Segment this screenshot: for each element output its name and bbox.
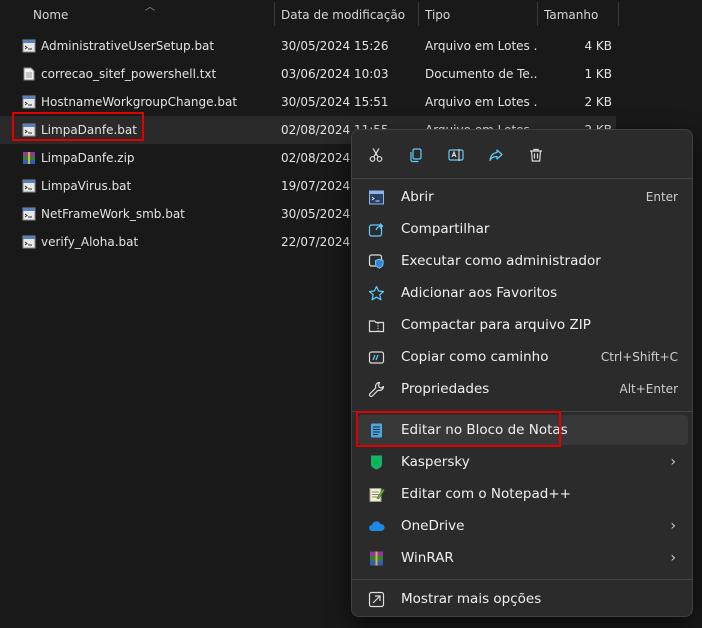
- file-date: 30/05/2024 15:51: [281, 95, 389, 109]
- menu-item-label: Editar com o Notepad++: [401, 486, 571, 502]
- file-name: LimpaDanfe.zip: [41, 151, 135, 165]
- kaspersky-icon: K: [371, 455, 382, 470]
- menu-item-propriedades[interactable]: Propriedades Alt+Enter: [358, 374, 688, 404]
- batch-file-icon: [22, 235, 36, 249]
- zip-folder-icon: [368, 320, 385, 333]
- menu-item-label: Propriedades: [401, 381, 490, 397]
- winrar-icon: [370, 551, 383, 566]
- column-date-header[interactable]: Data de modificação: [275, 0, 418, 28]
- column-type-label: Tipo: [425, 8, 451, 22]
- batch-file-icon: [22, 39, 36, 53]
- share-button[interactable]: [483, 142, 509, 168]
- cut-icon: [369, 148, 383, 162]
- batch-file-icon: [22, 179, 36, 193]
- menu-item-executar-admin[interactable]: Executar como administrador: [358, 246, 688, 276]
- menu-item-compactar-zip[interactable]: Compactar para arquivo ZIP: [358, 310, 688, 340]
- share-icon: [368, 223, 384, 237]
- more-options-icon: [368, 591, 385, 608]
- share-icon: [489, 149, 503, 162]
- wrench-icon: [368, 381, 385, 398]
- run-as-admin-icon: [368, 254, 384, 269]
- file-row[interactable]: AdministrativeUserSetup.bat 30/05/2024 1…: [0, 32, 616, 60]
- column-date-label: Data de modificação: [281, 8, 406, 22]
- menu-item-label: Editar no Bloco de Notas: [401, 422, 568, 438]
- star-icon: [368, 285, 385, 301]
- file-size: 4 KB: [584, 39, 612, 53]
- chevron-right-icon: ›: [670, 550, 676, 566]
- winrar-archive-icon: [23, 152, 35, 164]
- menu-item-label: Kaspersky: [401, 454, 470, 470]
- file-date: 03/06/2024 10:03: [281, 67, 389, 81]
- menu-item-label: WinRAR: [401, 550, 454, 566]
- column-name-label: Nome: [33, 8, 69, 22]
- delete-button[interactable]: [523, 142, 549, 168]
- file-name: AdministrativeUserSetup.bat: [41, 39, 215, 53]
- notepad-icon: [371, 423, 382, 438]
- column-header: ︿ Nome Data de modificação Tipo Tamanho: [0, 0, 702, 28]
- file-size: 2 KB: [584, 95, 612, 109]
- menu-item-label: Compartilhar: [401, 221, 490, 237]
- menu-item-label: Executar como administrador: [401, 253, 601, 269]
- file-type: Documento de Te...: [425, 67, 537, 81]
- menu-item-label: Abrir: [401, 189, 434, 205]
- menu-item-winrar[interactable]: WinRAR ›: [358, 543, 688, 573]
- text-file-icon: [23, 67, 35, 81]
- menu-item-compartilhar[interactable]: Compartilhar: [358, 214, 688, 244]
- file-name: correcao_sitef_powershell.txt: [41, 67, 217, 81]
- copy-icon: [410, 148, 422, 163]
- open-icon: [369, 190, 384, 205]
- file-name: NetFrameWork_smb.bat: [41, 207, 185, 221]
- file-name: HostnameWorkgroupChange.bat: [41, 95, 238, 109]
- menu-item-label: Copiar como caminho: [401, 349, 549, 365]
- column-type-header[interactable]: Tipo: [419, 0, 537, 28]
- menu-item-copiar-caminho[interactable]: Copiar como caminho Ctrl+Shift+C: [358, 342, 688, 372]
- menu-separator: [352, 178, 692, 179]
- chevron-right-icon: ›: [670, 518, 676, 534]
- cut-button[interactable]: [363, 142, 389, 168]
- menu-item-label: OneDrive: [401, 518, 465, 534]
- context-menu: Abrir Enter Compartilhar Executar como a…: [351, 129, 693, 617]
- menu-item-shortcut: Ctrl+Shift+C: [600, 350, 678, 364]
- file-date: 30/05/2024 15:26: [281, 39, 389, 53]
- rename-icon: [448, 149, 464, 161]
- menu-item-kaspersky[interactable]: K Kaspersky ›: [358, 447, 688, 477]
- menu-item-favoritos[interactable]: Adicionar aos Favoritos: [358, 278, 688, 308]
- menu-item-onedrive[interactable]: OneDrive ›: [358, 511, 688, 541]
- notepad-plus-plus-icon: [369, 488, 385, 502]
- menu-item-notepad-plus-plus[interactable]: Editar com o Notepad++: [358, 479, 688, 509]
- column-size-header[interactable]: Tamanho: [538, 0, 618, 28]
- menu-separator: [352, 411, 692, 412]
- file-type: Arquivo em Lotes ...: [425, 95, 537, 109]
- copy-path-icon: [368, 351, 385, 364]
- file-size: 1 KB: [584, 67, 612, 81]
- menu-item-editar-bloco-notas[interactable]: Editar no Bloco de Notas: [358, 415, 688, 445]
- menu-item-label: Compactar para arquivo ZIP: [401, 317, 591, 333]
- menu-separator: [352, 579, 692, 580]
- file-row[interactable]: correcao_sitef_powershell.txt 03/06/2024…: [0, 60, 616, 88]
- batch-file-icon: [22, 207, 36, 221]
- rename-button[interactable]: [443, 142, 469, 168]
- chevron-right-icon: ›: [670, 454, 676, 470]
- menu-item-shortcut: Enter: [645, 190, 678, 204]
- file-name: LimpaVirus.bat: [41, 179, 132, 193]
- file-row[interactable]: HostnameWorkgroupChange.bat 30/05/2024 1…: [0, 88, 616, 116]
- file-type: Arquivo em Lotes ...: [425, 39, 537, 53]
- menu-item-label: Adicionar aos Favoritos: [401, 285, 558, 301]
- column-name-header[interactable]: Nome: [27, 0, 274, 28]
- column-size-label: Tamanho: [544, 8, 599, 22]
- menu-item-abrir[interactable]: Abrir Enter: [358, 182, 688, 212]
- copy-button[interactable]: [403, 142, 429, 168]
- svg-text:K: K: [373, 458, 380, 467]
- batch-file-icon: [22, 95, 36, 109]
- menu-item-label: Mostrar mais opções: [401, 591, 542, 607]
- quick-actions-bar: [352, 130, 692, 178]
- onedrive-icon: [369, 521, 385, 531]
- menu-item-shortcut: Alt+Enter: [619, 382, 678, 396]
- file-name: verify_Aloha.bat: [41, 235, 139, 249]
- column-divider[interactable]: [618, 2, 619, 26]
- file-name: LimpaDanfe.bat: [41, 123, 137, 137]
- menu-item-mais-opcoes[interactable]: Mostrar mais opções: [358, 584, 688, 614]
- batch-file-icon: [22, 123, 36, 137]
- delete-icon: [530, 148, 542, 162]
